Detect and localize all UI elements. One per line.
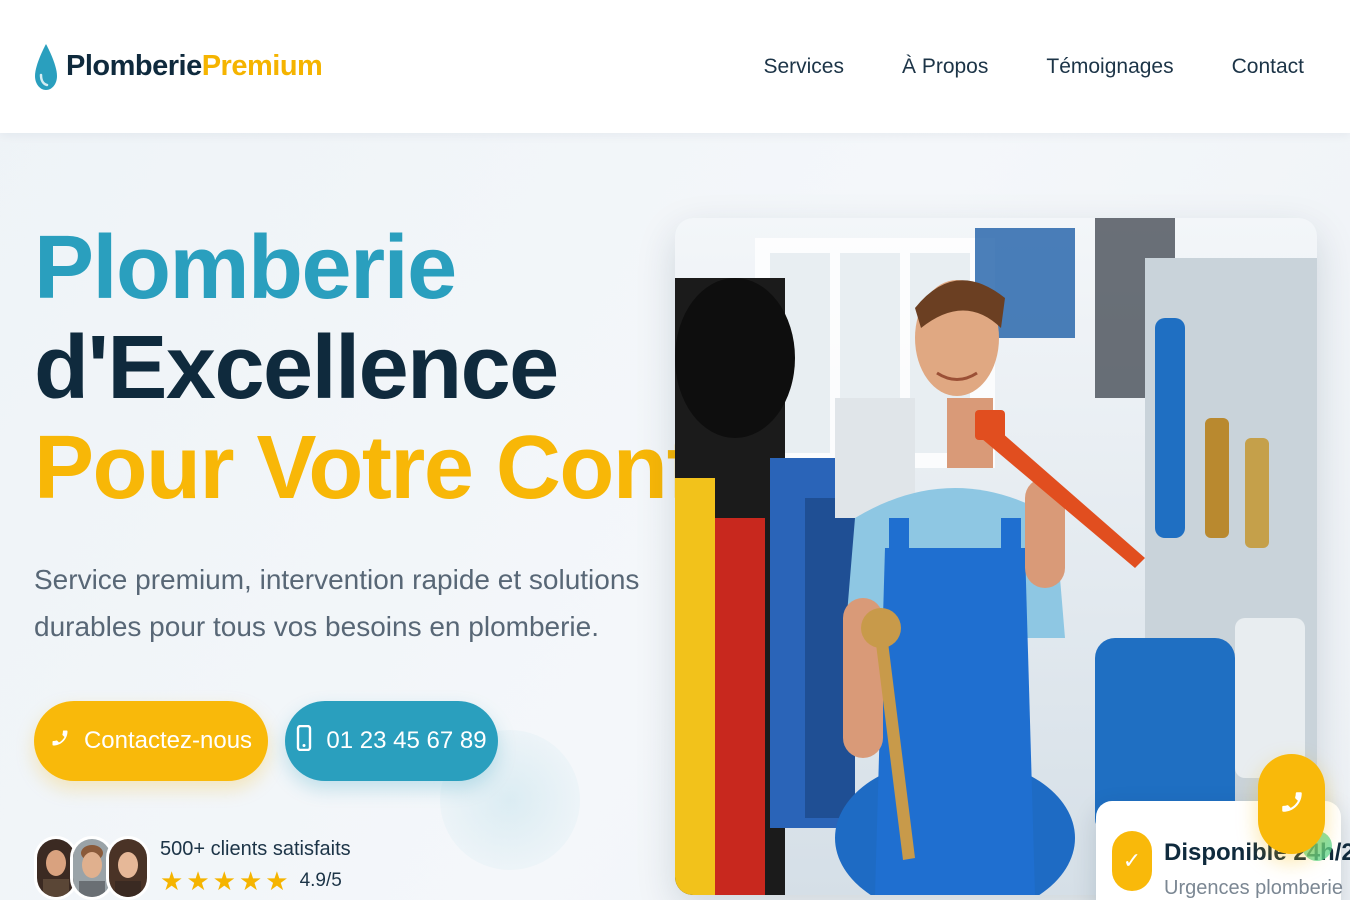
mobile-phone-icon — [296, 724, 312, 758]
star-icon: ★ — [160, 866, 184, 896]
plumber-photo — [675, 218, 1317, 895]
nav-link-contact[interactable]: Contact — [1232, 55, 1304, 79]
phone-icon — [1279, 788, 1305, 821]
availability-subtitle: Urgences plomberie — [1164, 877, 1343, 899]
star-icon: ★ — [238, 866, 263, 896]
site-header: PlomberiePremium Services À Propos Témoi… — [0, 0, 1350, 133]
client-avatars — [34, 836, 150, 900]
rating-value: 4.9/5 — [299, 870, 342, 891]
rating: ★ ★ ★ ★ ★ 4.9/5 — [160, 868, 342, 894]
logo[interactable]: PlomberiePremium — [34, 42, 323, 92]
hero-subtitle: Service premium, intervention rapide et … — [34, 564, 640, 642]
nav-link-a-propos[interactable]: À Propos — [902, 55, 988, 79]
star-icon: ★ — [212, 866, 236, 896]
logo-text-plomberie: Plomberie — [66, 50, 202, 82]
contact-button[interactable]: Contactez-nous — [34, 701, 268, 781]
nav-link-services[interactable]: Services — [763, 55, 844, 79]
logo-text: PlomberiePremium — [66, 50, 323, 83]
nav-link-temoignages[interactable]: Témoignages — [1046, 55, 1173, 79]
logo-text-premium: Premium — [201, 50, 323, 82]
contact-button-label: Contactez-nous — [83, 727, 253, 754]
star-icon: ★ — [186, 866, 210, 896]
avatar — [106, 836, 150, 900]
phone-button[interactable]: 01 23 45 67 89 — [285, 701, 498, 781]
call-floating-button[interactable] — [1258, 754, 1325, 854]
check-icon: ✓ — [1112, 831, 1152, 891]
water-drop-icon — [34, 42, 58, 92]
phone-button-label: 01 23 45 67 89 — [326, 727, 487, 754]
main-nav: Services À Propos Témoignages Contact — [763, 55, 1304, 79]
clients-count: 500+ clients satisfaits — [160, 838, 351, 860]
phone-icon — [50, 727, 70, 756]
star-icon: ★ — [265, 866, 289, 896]
